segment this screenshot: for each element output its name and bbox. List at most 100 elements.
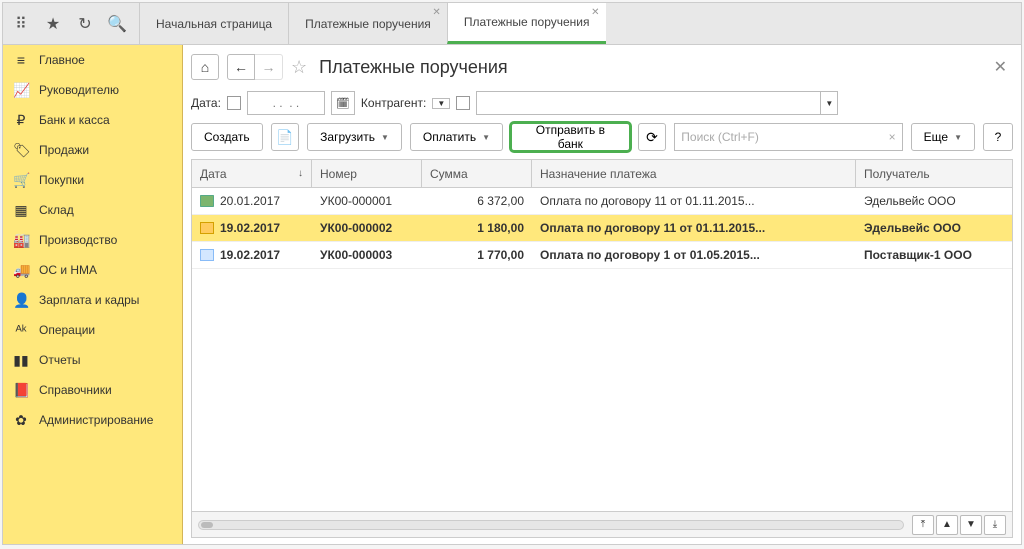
cart-icon: 🛒 <box>13 172 29 189</box>
th-number[interactable]: Номер <box>312 160 422 187</box>
sidebar-item-os-nma[interactable]: 🚚ОС и НМА <box>3 255 182 285</box>
td-payee: Эдельвейс ООО <box>856 221 1012 235</box>
td-sum: 6 372,00 <box>422 194 532 208</box>
tabs: Начальная страница Платежные поручения ✕… <box>139 3 606 44</box>
sidebar-item-salary[interactable]: 👤Зарплата и кадры <box>3 285 182 315</box>
th-label: Получатель <box>864 167 930 181</box>
bars-icon: ▮▮ <box>13 352 29 369</box>
app-window: ⠿ ★ ↻ 🔍 Начальная страница Платежные пор… <box>2 2 1022 545</box>
sidebar-item-reports[interactable]: ▮▮Отчеты <box>3 345 182 375</box>
sidebar-item-production[interactable]: 🏭Производство <box>3 225 182 255</box>
header-row: ⌂ ← → ☆ Платежные поручения ✕ <box>191 51 1013 83</box>
sidebar-item-operations[interactable]: ᴬᵏОперации <box>3 315 182 345</box>
sidebar-item-bank[interactable]: ₽Банк и касса <box>3 105 182 135</box>
table-row[interactable]: 19.02.2017УК00-0000021 180,00Оплата по д… <box>192 215 1012 242</box>
contractor-combo[interactable]: ▼ <box>476 91 838 115</box>
scrollbar-horizontal[interactable] <box>198 520 904 530</box>
calendar-button[interactable]: 🗓 <box>331 91 355 115</box>
nav-buttons: ⤒ ▲ ▼ ⤓ <box>912 515 1006 535</box>
nav-up-button[interactable]: ▲ <box>936 515 958 535</box>
status-icon <box>200 195 214 207</box>
grid-icon: ▦ <box>13 202 29 219</box>
contractor-type-combo[interactable]: ▼ <box>432 98 450 109</box>
th-purpose[interactable]: Назначение платежа <box>532 160 856 187</box>
favorite-icon[interactable]: ☆ <box>291 57 307 78</box>
tab-label: Начальная страница <box>156 17 272 31</box>
td-payee: Поставщик-1 ООО <box>856 248 1012 262</box>
th-label: Сумма <box>430 167 468 181</box>
chevron-down-icon[interactable]: ▼ <box>432 98 450 109</box>
table-body: 20.01.2017УК00-0000016 372,00Оплата по д… <box>192 188 1012 511</box>
button-label: Оплатить <box>423 130 476 144</box>
tab-payments-2[interactable]: Платежные поручения ✕ <box>447 3 606 44</box>
th-date[interactable]: Дата↓ <box>192 160 312 187</box>
forward-button[interactable]: → <box>255 54 283 80</box>
filter-row: Дата: 🗓 Контрагент: ▼ ▼ <box>191 91 1013 115</box>
star-icon[interactable]: ★ <box>41 12 65 36</box>
more-button[interactable]: Еще▼ <box>911 123 975 151</box>
apps-icon[interactable]: ⠿ <box>9 12 33 36</box>
sidebar-item-manager[interactable]: 📈Руководителю <box>3 75 182 105</box>
td-number: УК00-000001 <box>312 194 422 208</box>
close-icon[interactable]: ✕ <box>432 7 440 18</box>
load-button[interactable]: Загрузить▼ <box>307 123 402 151</box>
contractor-label: Контрагент: <box>361 96 426 110</box>
table-row[interactable]: 20.01.2017УК00-0000016 372,00Оплата по д… <box>192 188 1012 215</box>
sidebar-item-label: Справочники <box>39 383 112 397</box>
sidebar-item-catalogs[interactable]: 📕 Справочники <box>3 375 182 405</box>
button-label: ? <box>995 130 1002 144</box>
sidebar-item-main[interactable]: ≡Главное <box>3 45 182 75</box>
button-label: Создать <box>204 130 250 144</box>
send-to-bank-button[interactable]: Отправить в банк <box>511 123 630 151</box>
td-number: УК00-000002 <box>312 221 422 235</box>
table-row[interactable]: 19.02.2017УК00-0000031 770,00Оплата по д… <box>192 242 1012 269</box>
sidebar-item-warehouse[interactable]: ▦Склад <box>3 195 182 225</box>
create-button[interactable]: Создать <box>191 123 263 151</box>
sidebar-item-sales[interactable]: 🏷Продажи <box>3 135 182 165</box>
search-input[interactable]: Поиск (Ctrl+F) × <box>674 123 902 151</box>
menu-icon: ≡ <box>13 52 29 68</box>
sidebar-item-purchases[interactable]: 🛒Покупки <box>3 165 182 195</box>
th-payee[interactable]: Получатель <box>856 160 1012 187</box>
history-icon[interactable]: ↻ <box>73 12 97 36</box>
nav-first-button[interactable]: ⤒ <box>912 515 934 535</box>
date-input[interactable] <box>247 91 325 115</box>
clear-icon[interactable]: × <box>889 130 896 144</box>
td-number: УК00-000003 <box>312 248 422 262</box>
tab-payments-1[interactable]: Платежные поручения ✕ <box>288 3 447 44</box>
ruble-icon: ₽ <box>13 112 29 129</box>
sidebar-item-label: Администрирование <box>39 413 153 427</box>
help-button[interactable]: ? <box>983 123 1013 151</box>
search-icon[interactable]: 🔍 <box>105 12 129 36</box>
table: Дата↓ Номер Сумма Назначение платежа Пол… <box>191 159 1013 538</box>
sidebar-item-admin[interactable]: ✿Администрирование <box>3 405 182 435</box>
close-icon[interactable]: ✕ <box>591 7 599 18</box>
td-date: 20.01.2017 <box>192 194 312 208</box>
td-date: 19.02.2017 <box>192 221 312 235</box>
tab-start[interactable]: Начальная страница <box>139 3 288 44</box>
th-label: Назначение платежа <box>540 167 657 181</box>
main: ≡Главное 📈Руководителю ₽Банк и касса 🏷Пр… <box>3 45 1021 544</box>
book-icon: 📕 <box>13 382 29 399</box>
nav-down-button[interactable]: ▼ <box>960 515 982 535</box>
sidebar-item-label: Руководителю <box>39 83 119 97</box>
button-label: Отправить в банк <box>524 123 617 151</box>
contractor-checkbox[interactable] <box>456 96 470 110</box>
refresh-button[interactable]: ⟳ <box>638 123 667 151</box>
factory-icon: 🏭 <box>13 232 29 249</box>
nav-last-button[interactable]: ⤓ <box>984 515 1006 535</box>
home-button[interactable]: ⌂ <box>191 54 219 80</box>
close-panel-icon[interactable]: ✕ <box>988 57 1013 77</box>
chevron-down-icon: ▼ <box>381 133 389 142</box>
contractor-input[interactable] <box>476 91 820 115</box>
scroll-thumb[interactable] <box>201 522 213 528</box>
date-label: Дата: <box>191 96 221 110</box>
chevron-down-icon[interactable]: ▼ <box>820 91 838 115</box>
sidebar: ≡Главное 📈Руководителю ₽Банк и касса 🏷Пр… <box>3 45 183 544</box>
th-sum[interactable]: Сумма <box>422 160 532 187</box>
copy-button[interactable]: 📄 <box>271 123 300 151</box>
back-button[interactable]: ← <box>227 54 255 80</box>
pay-button[interactable]: Оплатить▼ <box>410 123 503 151</box>
date-checkbox[interactable] <box>227 96 241 110</box>
status-icon <box>200 222 214 234</box>
